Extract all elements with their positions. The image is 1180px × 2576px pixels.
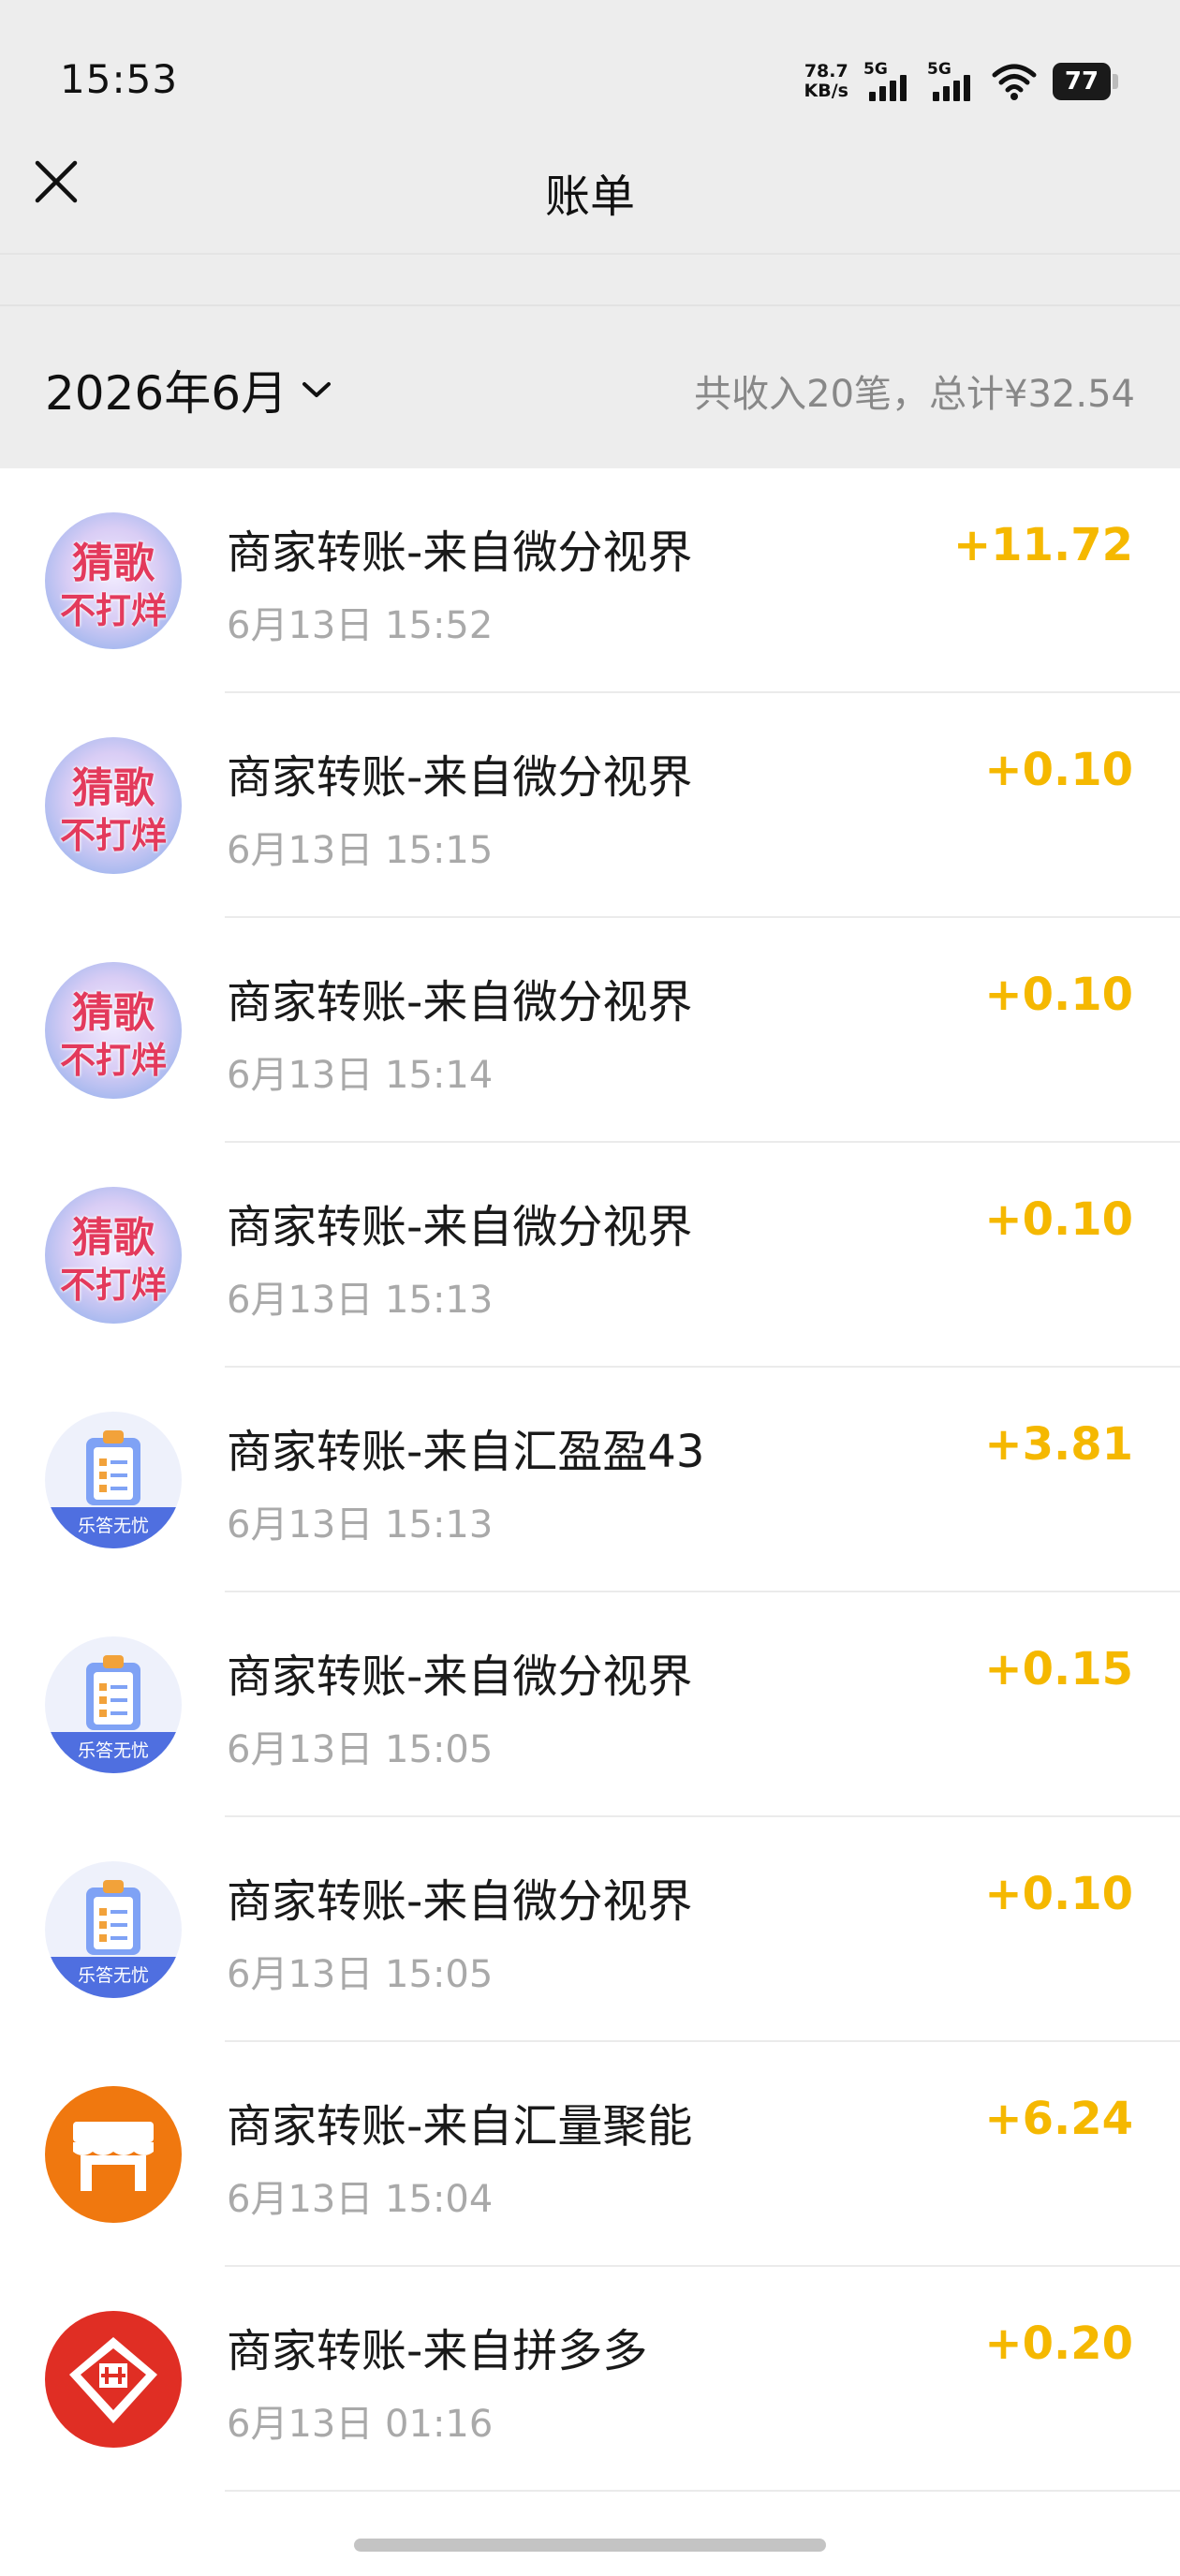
transaction-title: 商家转账-来自微分视界 bbox=[227, 751, 693, 804]
home-indicator[interactable] bbox=[354, 2539, 826, 2552]
transaction-time: 6月13日 15:05 bbox=[227, 1953, 494, 1996]
song-guess-icon: 猜歌 不打烊 bbox=[45, 737, 182, 874]
transaction-row[interactable]: 乐答无忧 商家转账-来自汇盈盈43 6月13日 15:13 +3.81 bbox=[0, 1368, 1180, 1592]
transaction-time: 6月13日 15:52 bbox=[227, 604, 494, 647]
network-speed-unit: KB/s bbox=[804, 81, 848, 101]
month-label: 2026年6月 bbox=[45, 366, 288, 421]
transaction-title: 商家转账-来自拼多多 bbox=[227, 2325, 648, 2377]
transaction-time: 6月13日 15:13 bbox=[227, 1279, 494, 1322]
network-speed: 78.7 KB/s bbox=[804, 62, 848, 101]
transaction-amount: +0.10 bbox=[984, 1193, 1133, 1246]
avatar-line-1: 猜歌 bbox=[72, 540, 155, 587]
avatar-line-2: 不打烊 bbox=[59, 1039, 167, 1081]
avatar-line-2: 不打烊 bbox=[59, 814, 167, 856]
transaction-time: 6月13日 15:05 bbox=[227, 1728, 494, 1771]
transaction-row[interactable]: 猜歌 不打烊 商家转账-来自微分视界 6月13日 15:14 +0.10 bbox=[0, 918, 1180, 1143]
row-divider bbox=[225, 2490, 1180, 2492]
song-guess-icon: 猜歌 不打烊 bbox=[45, 962, 182, 1099]
transaction-amount: +0.10 bbox=[984, 969, 1133, 1021]
transaction-amount: +0.20 bbox=[984, 2317, 1133, 2370]
transaction-row[interactable]: 猜歌 不打烊 商家转账-来自微分视界 6月13日 15:52 +11.72 bbox=[0, 468, 1180, 693]
transaction-amount: +0.10 bbox=[984, 1868, 1133, 1920]
network-speed-value: 78.7 bbox=[804, 61, 848, 81]
transaction-amount: +0.10 bbox=[984, 744, 1133, 796]
signal-sim1-icon: 5G bbox=[863, 60, 912, 103]
transaction-list: 猜歌 不打烊 商家转账-来自微分视界 6月13日 15:52 +11.72 猜歌… bbox=[0, 468, 1180, 2492]
transaction-title: 商家转账-来自微分视界 bbox=[227, 1201, 693, 1253]
transaction-row[interactable]: 商家转账-来自汇量聚能 6月13日 15:04 +6.24 bbox=[0, 2042, 1180, 2267]
transaction-row[interactable]: 乐答无忧 商家转账-来自微分视界 6月13日 15:05 +0.10 bbox=[0, 1817, 1180, 2042]
transaction-amount: +3.81 bbox=[984, 1418, 1133, 1471]
transaction-time: 6月13日 01:16 bbox=[227, 2403, 494, 2446]
avatar-line-2: 不打烊 bbox=[59, 589, 167, 631]
chevron-down-icon bbox=[302, 382, 332, 397]
avatar-caption: 乐答无忧 bbox=[45, 1732, 182, 1773]
clipboard-quiz-icon: 乐答无忧 bbox=[45, 1636, 182, 1773]
avatar-line-1: 猜歌 bbox=[72, 764, 155, 812]
clipboard-quiz-icon: 乐答无忧 bbox=[45, 1861, 182, 1998]
clipboard-quiz-icon: 乐答无忧 bbox=[45, 1412, 182, 1548]
transaction-title: 商家转账-来自汇量聚能 bbox=[227, 2100, 693, 2153]
transaction-title: 商家转账-来自汇盈盈43 bbox=[227, 1426, 705, 1478]
transaction-title: 商家转账-来自微分视界 bbox=[227, 1651, 693, 1703]
battery-icon: 77 bbox=[1053, 63, 1118, 100]
avatar-caption: 乐答无忧 bbox=[45, 1957, 182, 1998]
transaction-time: 6月13日 15:14 bbox=[227, 1054, 494, 1097]
pinduoduo-logo-icon bbox=[45, 2311, 182, 2448]
status-icons: 78.7 KB/s 5G 5G 77 bbox=[804, 58, 1118, 105]
song-guess-icon: 猜歌 不打烊 bbox=[45, 1187, 182, 1324]
song-guess-icon: 猜歌 不打烊 bbox=[45, 512, 182, 649]
status-time: 15:53 bbox=[60, 56, 179, 102]
page-title: 账单 bbox=[544, 170, 635, 223]
transaction-time: 6月13日 15:15 bbox=[227, 829, 494, 872]
transaction-title: 商家转账-来自微分视界 bbox=[227, 1875, 693, 1928]
transaction-row[interactable]: 乐答无忧 商家转账-来自微分视界 6月13日 15:05 +0.15 bbox=[0, 1592, 1180, 1817]
nav-divider bbox=[0, 253, 1180, 255]
battery-level: 77 bbox=[1053, 63, 1111, 100]
transaction-time: 6月13日 15:04 bbox=[227, 2178, 494, 2221]
transaction-row[interactable]: 猜歌 不打烊 商家转账-来自微分视界 6月13日 15:15 +0.10 bbox=[0, 693, 1180, 918]
transaction-amount: +0.15 bbox=[984, 1643, 1133, 1695]
avatar-line-2: 不打烊 bbox=[59, 1264, 167, 1306]
transaction-amount: +6.24 bbox=[984, 2093, 1133, 2145]
avatar-line-1: 猜歌 bbox=[72, 1214, 155, 1262]
transaction-title: 商家转账-来自微分视界 bbox=[227, 976, 693, 1029]
transaction-row[interactable]: 猜歌 不打烊 商家转账-来自微分视界 6月13日 15:13 +0.10 bbox=[0, 1143, 1180, 1368]
transaction-row[interactable]: 商家转账-来自拼多多 6月13日 01:16 +0.20 bbox=[0, 2267, 1180, 2492]
income-total: 共收入20笔，总计¥32.54 bbox=[694, 373, 1135, 416]
transaction-title: 商家转账-来自微分视界 bbox=[227, 526, 693, 579]
month-selector[interactable]: 2026年6月 bbox=[45, 356, 332, 423]
avatar-line-1: 猜歌 bbox=[72, 989, 155, 1037]
storefront-icon bbox=[45, 2086, 182, 2223]
transaction-time: 6月13日 15:13 bbox=[227, 1503, 494, 1547]
signal-sim2-icon: 5G bbox=[927, 60, 976, 103]
wifi-icon bbox=[992, 64, 1037, 100]
avatar-caption: 乐答无忧 bbox=[45, 1507, 182, 1548]
transaction-amount: +11.72 bbox=[952, 519, 1133, 571]
